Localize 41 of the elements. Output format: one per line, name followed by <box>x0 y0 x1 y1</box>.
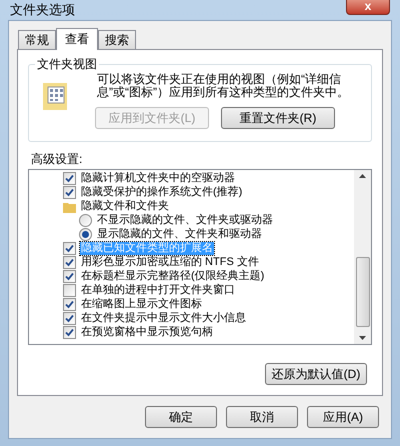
dialog-button[interactable]: 应用(A) <box>307 406 379 428</box>
checkbox[interactable] <box>63 242 76 255</box>
tab[interactable]: 搜索 <box>98 30 136 48</box>
setting-label[interactable]: 在标题栏显示完整路径(仅限经典主题) <box>80 270 266 283</box>
scrollbar-thumb[interactable] <box>356 256 370 326</box>
checkbox[interactable] <box>63 256 76 269</box>
checkbox[interactable] <box>63 172 76 185</box>
setting-label[interactable]: 隐藏文件和文件夹 <box>80 200 170 213</box>
tab[interactable]: 常规 <box>18 30 56 48</box>
folder-view-description: 可以将该文件夹正在使用的视图（例如“详细信息”或“图标”）应用到所有这种类型的文件夹中。 <box>97 72 350 98</box>
checkbox[interactable] <box>63 312 76 325</box>
checkbox[interactable] <box>63 186 76 199</box>
checkbox[interactable] <box>63 270 76 283</box>
setting-label[interactable]: 显示隐藏的文件、文件夹和驱动器 <box>96 228 263 241</box>
checkbox[interactable] <box>63 326 76 339</box>
scroll-up-icon[interactable] <box>359 174 366 178</box>
setting-label[interactable]: 用彩色显示加密或压缩的 NTFS 文件 <box>80 256 260 269</box>
checkbox[interactable] <box>63 298 76 311</box>
tab[interactable]: 查看 <box>56 28 98 50</box>
dialog-button[interactable]: 确定 <box>145 406 217 428</box>
scroll-down-icon[interactable] <box>359 336 366 340</box>
group-title: 文件夹视图 <box>35 56 99 70</box>
close-button[interactable]: x <box>346 0 390 16</box>
setting-label[interactable]: 隐藏受保护的操作系统文件(推荐) <box>80 186 244 199</box>
setting-label[interactable]: 在文件夹提示中显示文件大小信息 <box>80 312 247 325</box>
scrollbar[interactable] <box>354 170 371 344</box>
radio-button[interactable] <box>79 214 92 227</box>
folder-view-icon <box>43 80 69 110</box>
dialog-button[interactable]: 取消 <box>226 406 298 428</box>
setting-label[interactable]: 不显示隐藏的文件、文件夹或驱动器 <box>96 214 274 227</box>
window-title: 文件夹选项 <box>10 1 75 19</box>
folder-icon <box>63 200 76 212</box>
advanced-settings-label: 高级设置: <box>31 152 84 166</box>
dialog-button[interactable]: 重置文件夹(R) <box>221 106 335 128</box>
setting-label[interactable]: 在缩略图上显示文件图标 <box>80 298 203 311</box>
dialog-button[interactable]: 还原为默认值(D) <box>265 362 367 384</box>
setting-label[interactable]: 隐藏计算机文件夹中的空驱动器 <box>80 172 236 185</box>
radio-button[interactable] <box>79 228 92 241</box>
setting-label[interactable]: 在预览窗格中显示预览句柄 <box>80 326 214 339</box>
setting-label[interactable]: 在单独的进程中打开文件夹窗口 <box>80 284 236 297</box>
checkbox[interactable] <box>63 284 76 297</box>
